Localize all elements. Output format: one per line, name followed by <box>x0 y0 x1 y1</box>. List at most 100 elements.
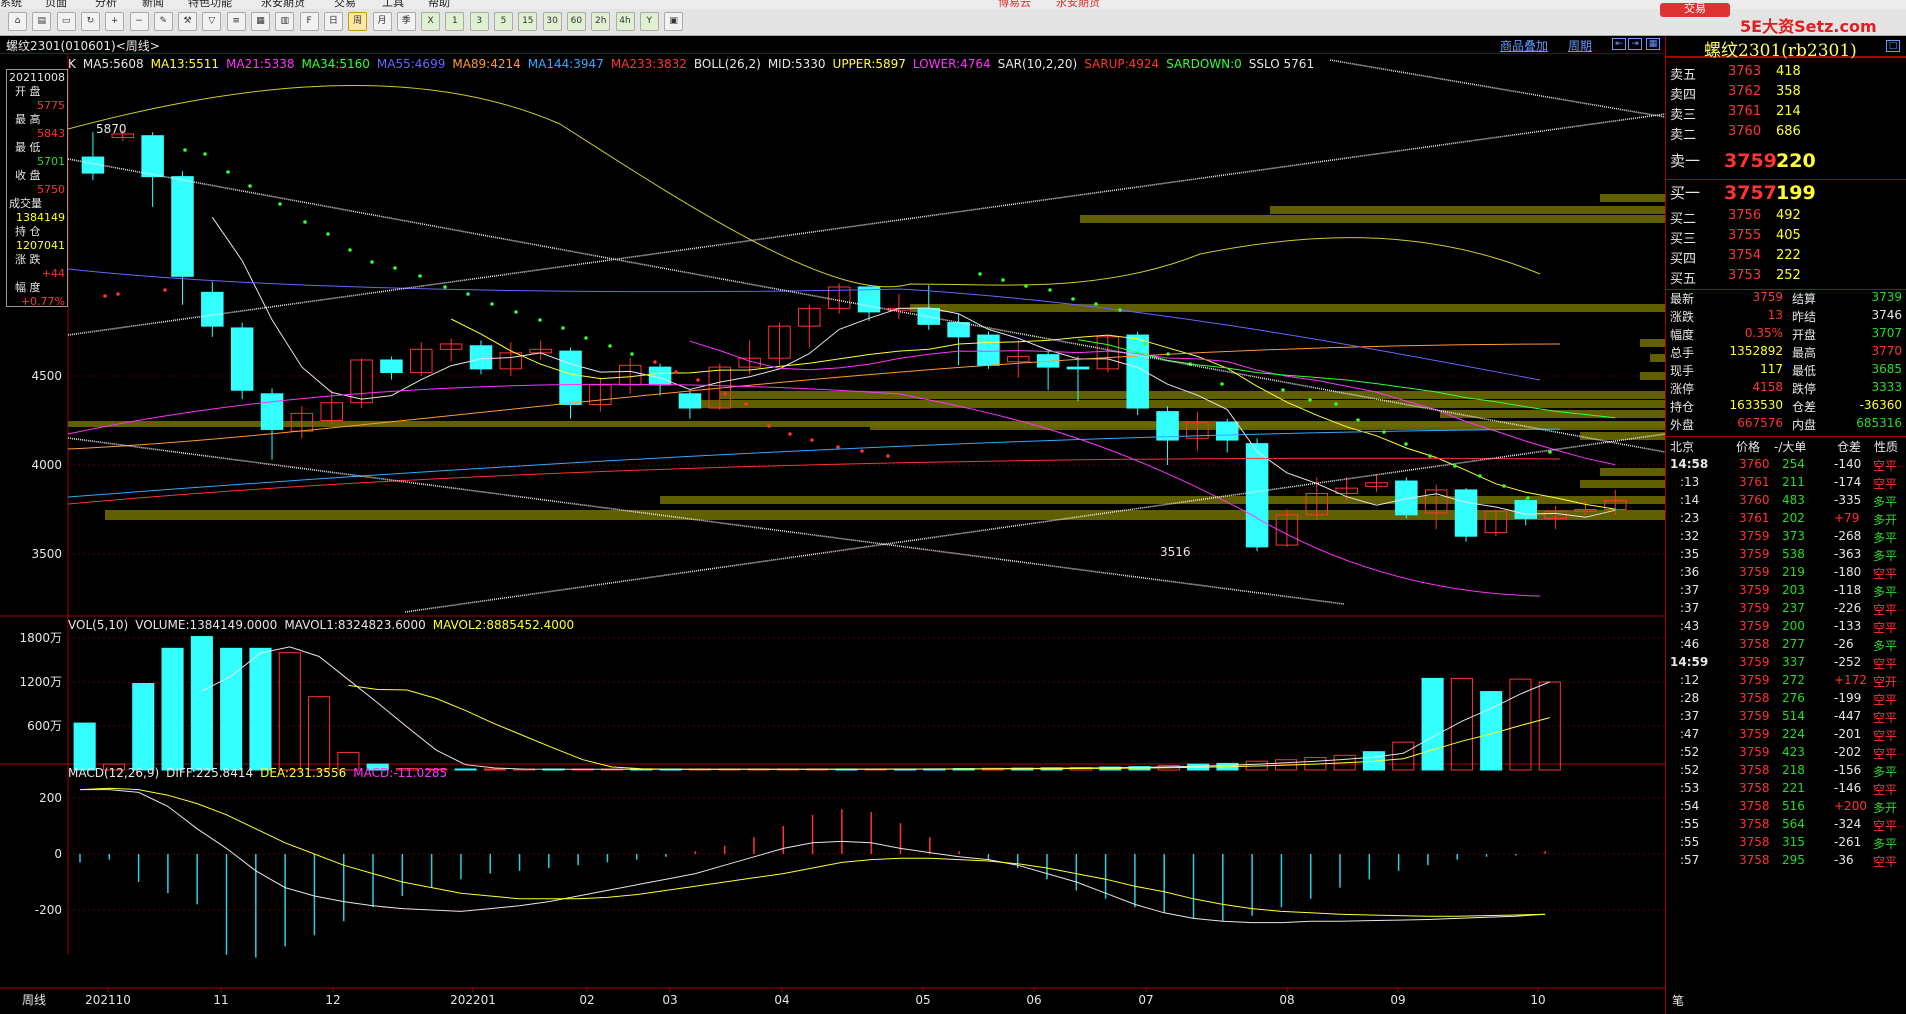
indicator-label: UPPER:5897 <box>832 57 906 71</box>
tick-row: :35 3759 538 -363 多平 <box>1666 547 1906 565</box>
tool-icon[interactable]: ⚒ <box>178 12 198 31</box>
calc-icon[interactable]: ▣ <box>664 12 684 31</box>
menu-item-0[interactable]: 系统 <box>0 0 22 9</box>
stat-value-right: 685316 <box>1856 416 1902 430</box>
sar-dot <box>1001 278 1005 282</box>
quote-cell: 买三 <box>1670 232 1697 247</box>
tick-tab[interactable]: 笔 <box>1672 992 1684 1009</box>
ma-indicator-line: K MA5:5608 MA13:5511 MA21:5338 MA34:5160 MA55… <box>68 57 1321 71</box>
toolbar: ⌂ ▤ ▭ ↻ + − ✎ ⚒ ▽ ≡ ▦ ▥ F 日周月季 X 1 3 5 15 30 60 2h 4h Y ▣ 交易 5E大… <box>0 3 1906 36</box>
kline-chart[interactable]: 4500 4000 3500 5870 3516 1800万 1200万 600万 200 0 -2… <box>0 54 1665 1014</box>
zoom-out-icon[interactable]: ⇤ <box>1612 38 1626 50</box>
doc-icon[interactable]: ▤ <box>32 12 52 31</box>
quote-cell: 持仓 <box>1670 400 1695 414</box>
zoom-in-icon[interactable]: + <box>105 12 125 31</box>
month-icon[interactable]: 月 <box>372 12 392 31</box>
zoom-in-icon[interactable]: ⇥ <box>1628 38 1642 50</box>
menu-item-5[interactable]: 永安期货 <box>261 0 305 9</box>
period-link[interactable]: 周期 <box>1568 37 1592 54</box>
list-icon[interactable]: ≡ <box>226 12 246 31</box>
quote-cell: -202 <box>1834 745 1862 759</box>
layout-icon[interactable]: ▦ <box>1646 38 1660 50</box>
fkk-icon[interactable]: F <box>299 12 319 31</box>
15-icon[interactable]: 15 <box>518 12 538 31</box>
volume-bar <box>249 647 272 771</box>
menu-item-1[interactable]: 页面 <box>45 0 67 9</box>
zoom-out-icon[interactable]: − <box>129 12 149 31</box>
4h-icon[interactable]: 4h <box>615 12 635 31</box>
trade-button[interactable]: 交易 <box>1660 3 1730 17</box>
refresh-icon[interactable]: ↻ <box>80 12 100 31</box>
60-icon[interactable]: 60 <box>566 12 586 31</box>
quote-cell: 3760 <box>1739 457 1770 471</box>
overlay-link[interactable]: 商品叠加 <box>1500 37 1548 54</box>
home-icon[interactable]: ⌂ <box>8 12 27 31</box>
tick-row: :52 3758 218 -156 多平 <box>1666 763 1906 781</box>
bid-row: 买三 3755 405 <box>1666 228 1906 248</box>
menu-item-10[interactable]: 永安期货 <box>1056 0 1100 9</box>
indicator-label: VOLUME:1384149.0000 <box>135 618 278 632</box>
sar-dot <box>348 248 352 252</box>
sar-dot <box>1356 418 1360 422</box>
sar-dot <box>1382 430 1386 434</box>
sar-dot <box>1404 442 1408 446</box>
x-axis-label: 09 <box>1390 993 1405 1007</box>
restore-icon[interactable]: □ <box>1886 40 1900 52</box>
sar-dot <box>1024 284 1028 288</box>
menu-item-9[interactable]: 博易云 <box>998 0 1031 9</box>
filter-icon[interactable]: ▽ <box>202 12 222 31</box>
menu-item-4[interactable]: 特色功能 <box>188 0 232 9</box>
quote-cell: 价格 <box>1736 440 1761 454</box>
menu-item-7[interactable]: 工具 <box>382 0 404 9</box>
table-icon[interactable]: ▦ <box>251 12 270 31</box>
quote-cell: 性质 <box>1874 440 1899 454</box>
sar-dot <box>443 285 447 289</box>
menu-item-3[interactable]: 新闻 <box>142 0 164 9</box>
day-icon[interactable]: 日 <box>323 12 343 31</box>
quote-cell: -201 <box>1834 727 1862 741</box>
x-icon[interactable]: X <box>421 12 441 31</box>
candle-body <box>171 176 194 277</box>
tv-icon[interactable]: ▭ <box>56 12 76 31</box>
2h-icon[interactable]: 2h <box>591 12 611 31</box>
tick-row: :13 3761 211 -174 空平 <box>1666 475 1906 493</box>
menu-item-2[interactable]: 分析 <box>95 0 117 9</box>
sar-dot <box>696 378 700 382</box>
quote-cell: 卖二 <box>1670 128 1697 143</box>
quote-cell: -156 <box>1834 763 1862 777</box>
quote-cell: 3759 <box>1724 150 1777 172</box>
grid-icon[interactable]: ▥ <box>275 12 295 31</box>
candle-body <box>260 393 284 430</box>
menu-item-8[interactable]: 帮助 <box>428 0 450 9</box>
vol-axis-label: 1200万 <box>19 675 62 689</box>
1-icon[interactable]: 1 <box>445 12 465 31</box>
3-icon[interactable]: 3 <box>469 12 489 31</box>
5-icon[interactable]: 5 <box>494 12 513 31</box>
week-icon[interactable]: 周 <box>348 12 368 31</box>
quote-cell: 3759 <box>1739 673 1770 687</box>
quote-cell: 空平 <box>1873 477 1898 491</box>
pen-icon[interactable]: ✎ <box>153 12 173 31</box>
sar-dot <box>1166 352 1170 356</box>
quote-cell: 418 <box>1776 64 1801 79</box>
30-icon[interactable]: 30 <box>542 12 562 31</box>
price-axis-label: 4000 <box>31 458 62 472</box>
indicator-label: MACD(12,26,9) <box>68 766 160 780</box>
x-axis-label: 03 <box>662 993 677 1007</box>
site-logo: 5E大资Setz.com <box>1740 17 1877 36</box>
chart-area[interactable]: 4500 4000 3500 5870 3516 1800万 1200万 600万 200 0 -2… <box>0 54 1665 1014</box>
menu-item-6[interactable]: 交易 <box>334 0 356 9</box>
indicator-label: MA55:4699 <box>376 57 446 71</box>
season-icon[interactable]: 季 <box>396 12 416 31</box>
indicator-label: MAVOL2:8885452.4000 <box>432 618 575 632</box>
indicator-label: SAR(10,2,20) <box>997 57 1078 71</box>
sar-dot <box>418 274 422 278</box>
quote-cell: 3760 <box>1739 493 1770 507</box>
Y-icon[interactable]: Y <box>639 12 659 31</box>
quote-cell: 277 <box>1782 637 1805 651</box>
macd-diff-line <box>80 789 1546 924</box>
x-axis-label: 12 <box>325 993 340 1007</box>
quote-cell: 最新 <box>1670 292 1695 306</box>
stat-value-right: 3746 <box>1871 308 1902 322</box>
contract-title: 螺纹2301(010601)<周线> <box>6 39 160 53</box>
